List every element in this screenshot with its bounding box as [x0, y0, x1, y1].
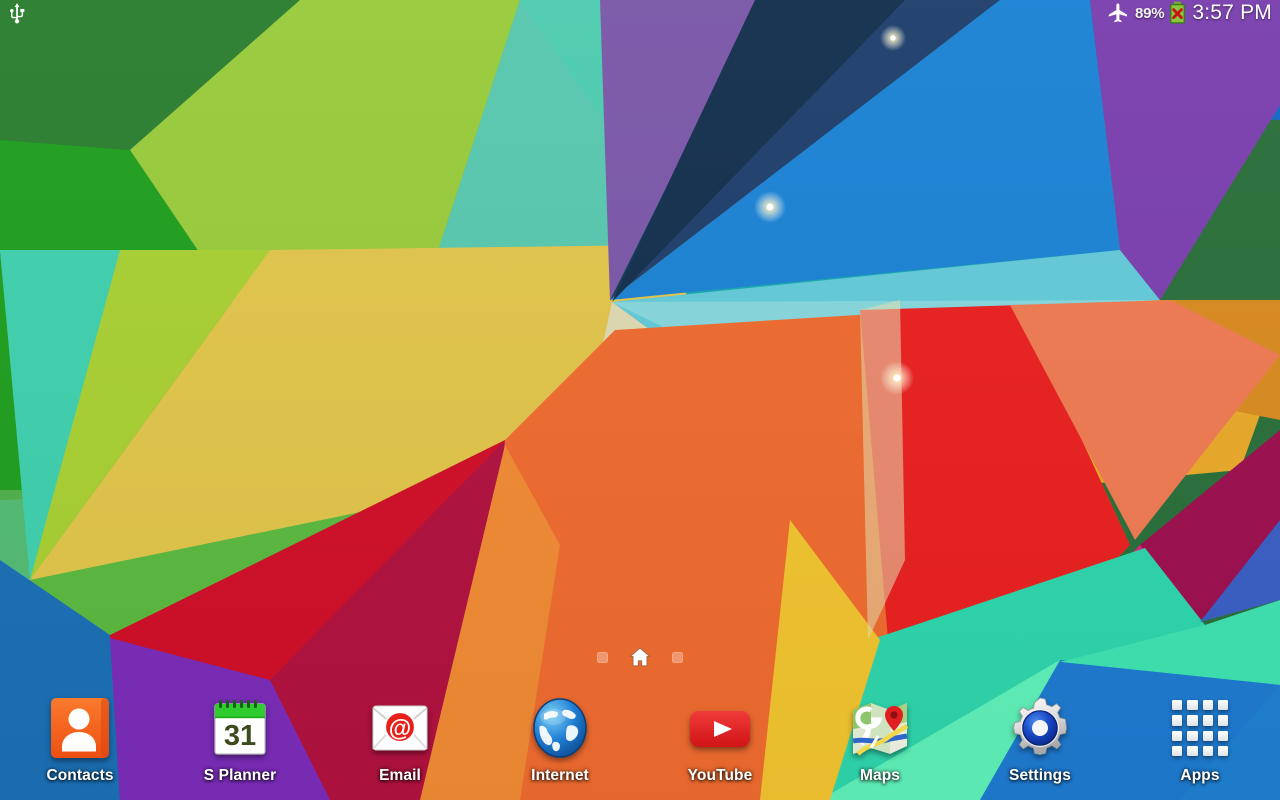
dock-label-s-planner: S Planner [203, 767, 277, 784]
svg-text:@: @ [389, 715, 411, 741]
dock-label-settings: Settings [1009, 767, 1071, 784]
airplane-mode-icon [1108, 3, 1127, 23]
page-dot-1[interactable] [597, 651, 608, 663]
calendar-icon: 31 [214, 700, 266, 755]
dock: Contacts 31 S Planner @ Email Internet Y… [0, 688, 1280, 800]
dock-item-s-planner[interactable]: 31 S Planner [160, 694, 320, 800]
youtube-icon-wrap[interactable] [686, 694, 754, 762]
status-bar-right: 89% 3:57 PM [1106, 1, 1272, 25]
contacts-icon [51, 698, 109, 758]
dock-item-maps[interactable]: Maps [800, 694, 960, 800]
status-bar-left [6, 2, 28, 24]
status-bar[interactable]: 89% 3:57 PM [0, 0, 1280, 26]
wallpaper [0, 0, 1280, 800]
usb-icon [10, 3, 25, 24]
page-indicator[interactable] [0, 645, 1280, 669]
app-drawer-icon [1172, 700, 1228, 756]
svg-text:31: 31 [224, 720, 256, 752]
dock-item-settings[interactable]: Settings [960, 694, 1120, 800]
email-icon: @ [372, 705, 428, 751]
battery-percent-label: 89% [1134, 4, 1165, 22]
dock-label-youtube: YouTube [687, 767, 753, 784]
page-dot-3[interactable] [672, 651, 683, 663]
gear-icon-wrap[interactable] [1006, 694, 1074, 762]
home-icon[interactable] [628, 645, 652, 669]
dock-item-internet[interactable]: Internet [480, 694, 640, 800]
dock-label-maps: Maps [859, 767, 901, 784]
home-screen: 89% 3:57 PM Contacts 31 S Planner @ Emai… [0, 0, 1280, 800]
dock-label-internet: Internet [531, 767, 589, 784]
gear-icon [1013, 697, 1067, 755]
dock-item-youtube[interactable]: YouTube [640, 694, 800, 800]
contacts-icon-wrap[interactable] [46, 694, 114, 762]
dock-label-contacts: Contacts [46, 767, 114, 784]
maps-icon-wrap[interactable] [846, 694, 914, 762]
globe-icon-wrap[interactable] [526, 694, 594, 762]
calendar-icon-wrap[interactable]: 31 [206, 694, 274, 762]
battery-icon [1170, 1, 1186, 24]
maps-icon [852, 703, 909, 756]
dock-label-email: Email [379, 767, 421, 784]
globe-icon [533, 698, 587, 758]
dock-item-contacts[interactable]: Contacts [0, 694, 160, 800]
youtube-icon [690, 711, 750, 747]
email-icon-wrap[interactable]: @ [366, 694, 434, 762]
dock-label-apps: Apps [1180, 767, 1220, 784]
clock-label: 3:57 PM [1192, 1, 1272, 24]
app-drawer-icon-wrap[interactable] [1166, 694, 1234, 762]
dock-item-apps[interactable]: Apps [1120, 694, 1280, 800]
dock-item-email[interactable]: @ Email [320, 694, 480, 800]
